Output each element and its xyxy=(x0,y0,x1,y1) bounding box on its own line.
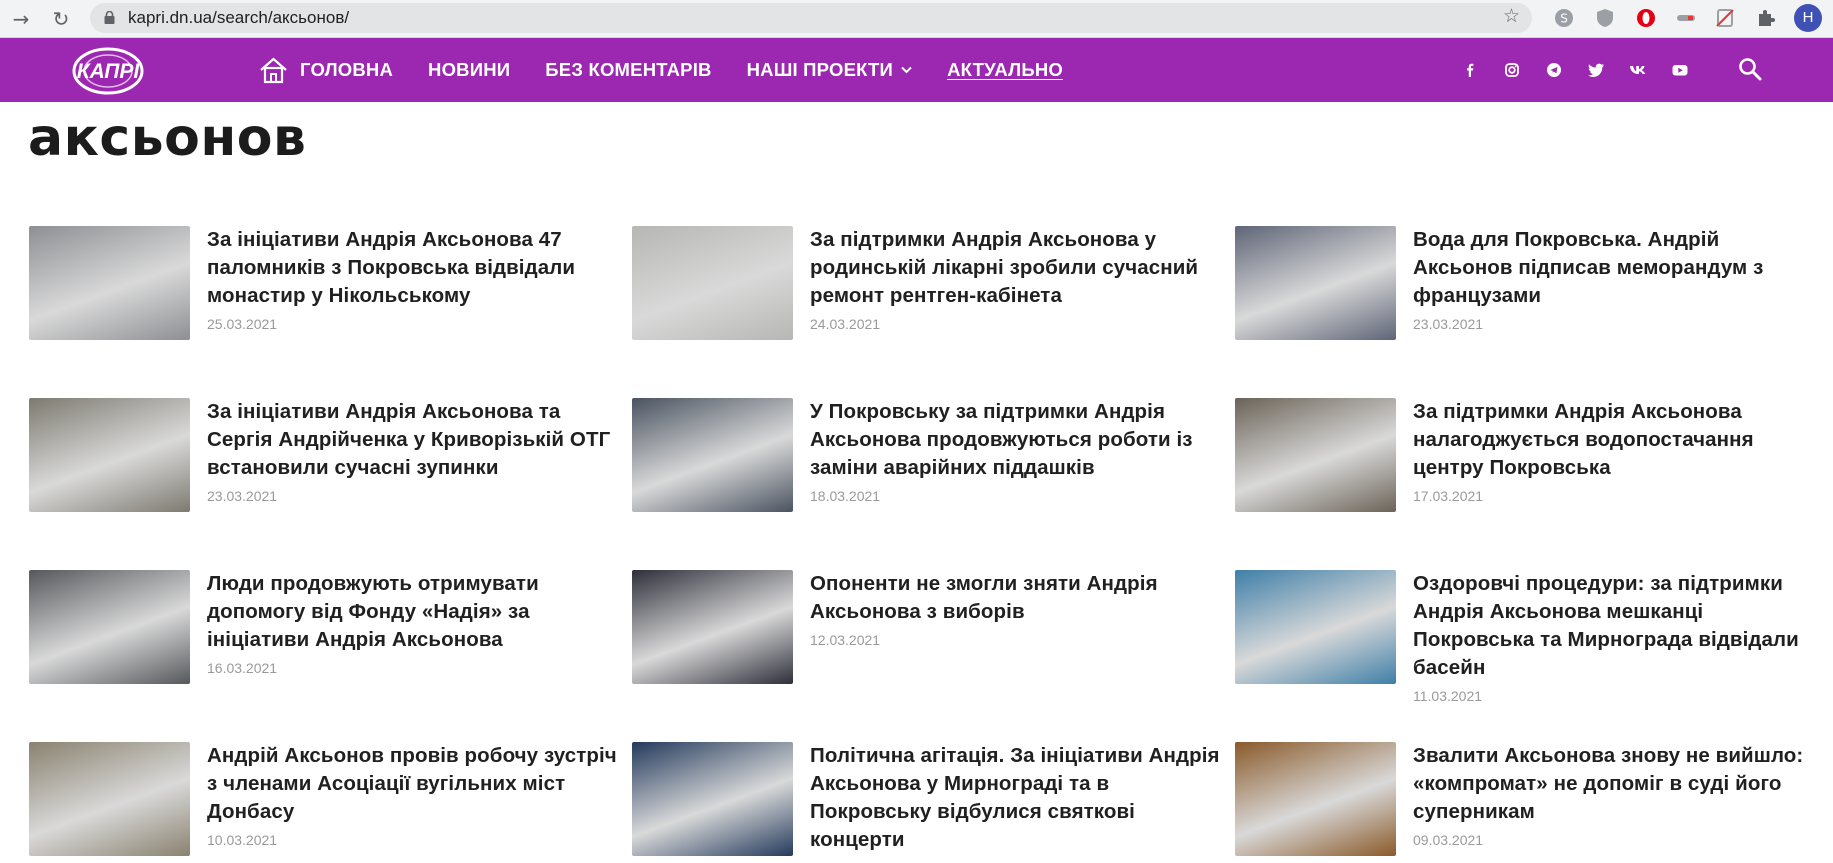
menu-item-label: НАШІ ПРОЕКТИ xyxy=(746,59,894,80)
result-thumbnail[interactable] xyxy=(29,570,190,684)
shield-extension-icon[interactable] xyxy=(1594,7,1616,29)
result-date: 24.03.2021 xyxy=(810,316,881,332)
menu-item-news[interactable]: НОВИНИ xyxy=(428,59,510,81)
result-thumbnail[interactable] xyxy=(1235,398,1396,512)
result-title[interactable]: За ініціативи Андрія Аксьонова 47 паломн… xyxy=(207,226,627,310)
opera-extension-icon[interactable] xyxy=(1635,7,1657,29)
browser-toolbar: → ↻ kapri.dn.ua/search/аксьонов/ ☆ S H xyxy=(0,0,1833,38)
facebook-icon[interactable] xyxy=(1460,60,1480,80)
privacy-extension-icon[interactable] xyxy=(1714,7,1736,29)
result-text: За ініціативи Андрія Аксьонова 47 паломн… xyxy=(207,226,627,341)
result-title[interactable]: Політична агітація. За ініціативи Андрія… xyxy=(810,742,1230,854)
result-date: 23.03.2021 xyxy=(207,488,278,504)
menu-item-label: БЕЗ КОМЕНТАРІВ xyxy=(545,59,712,80)
result-card[interactable]: За підтримки Андрія Аксьонова налагоджує… xyxy=(1235,398,1809,513)
vpn-extension-icon[interactable] xyxy=(1675,7,1697,29)
result-thumbnail[interactable] xyxy=(29,226,190,340)
result-thumbnail[interactable] xyxy=(1235,570,1396,684)
result-title[interactable]: Звалити Аксьонова знову не вийшло: «комп… xyxy=(1413,742,1809,826)
result-title[interactable]: За підтримки Андрія Аксьонова налагоджує… xyxy=(1413,398,1809,482)
lock-icon xyxy=(104,11,115,24)
result-card[interactable]: Політична агітація. За ініціативи Андрія… xyxy=(632,742,1235,857)
result-text: Опоненти не змогли зняти Андрія Аксьонов… xyxy=(810,570,1230,685)
home-icon xyxy=(260,57,287,84)
menu-item-our-projects[interactable]: НАШІ ПРОЕКТИ xyxy=(747,59,912,81)
menu-item-home[interactable]: ГОЛОВНА xyxy=(258,56,393,84)
menu-item-label: АКТУАЛЬНО xyxy=(947,59,1064,80)
result-title[interactable]: Андрій Аксьонов провів робочу зустріч з … xyxy=(207,742,627,826)
address-bar[interactable]: kapri.dn.ua/search/аксьонов/ ☆ xyxy=(90,3,1532,33)
search-results: За ініціативи Андрія Аксьонова 47 паломн… xyxy=(29,226,1809,857)
result-date: 25.03.2021 xyxy=(207,316,278,332)
result-title[interactable]: За ініціативи Андрія Аксьонова та Сергія… xyxy=(207,398,627,482)
result-date: 12.03.2021 xyxy=(810,632,881,648)
result-title[interactable]: Опоненти не змогли зняти Андрія Аксьонов… xyxy=(810,570,1230,626)
result-date: 17.03.2021 xyxy=(1413,488,1484,504)
result-text: За підтримки Андрія Аксьонова налагоджує… xyxy=(1413,398,1809,513)
result-card[interactable]: Вода для Покровська. Андрій Аксьонов під… xyxy=(1235,226,1809,341)
result-date: 23.03.2021 xyxy=(1413,316,1484,332)
bookmark-star-icon[interactable]: ☆ xyxy=(1503,5,1520,27)
menu-item-no-comments[interactable]: БЕЗ КОМЕНТАРІВ xyxy=(545,59,711,81)
result-card[interactable]: Люди продовжують отримувати допомогу від… xyxy=(29,570,632,685)
result-text: Політична агітація. За ініціативи Андрія… xyxy=(810,742,1230,857)
result-title[interactable]: У Покровську за підтримки Андрія Аксьоно… xyxy=(810,398,1230,482)
result-text: Звалити Аксьонова знову не вийшло: «комп… xyxy=(1413,742,1809,857)
result-card[interactable]: Андрій Аксьонов провів робочу зустріч з … xyxy=(29,742,632,857)
profile-avatar[interactable]: H xyxy=(1794,4,1822,32)
result-text: За підтримки Андрія Аксьонова у родинськ… xyxy=(810,226,1230,341)
result-card[interactable]: За ініціативи Андрія Аксьонова 47 паломн… xyxy=(29,226,632,341)
result-text: За ініціативи Андрія Аксьонова та Сергія… xyxy=(207,398,627,513)
result-thumbnail[interactable] xyxy=(632,226,793,340)
result-date: 09.03.2021 xyxy=(1413,832,1484,848)
result-date: 10.03.2021 xyxy=(207,832,278,848)
menu-item-label: ГОЛОВНА xyxy=(300,59,394,80)
result-text: Вода для Покровська. Андрій Аксьонов під… xyxy=(1413,226,1809,341)
result-thumbnail[interactable] xyxy=(632,742,793,856)
url-text: kapri.dn.ua/search/аксьонов/ xyxy=(128,8,350,27)
result-date: 18.03.2021 xyxy=(810,488,881,504)
result-card[interactable]: У Покровську за підтримки Андрія Аксьоно… xyxy=(632,398,1235,513)
result-date: 16.03.2021 xyxy=(207,660,278,676)
search-icon[interactable] xyxy=(1737,56,1763,82)
site-header: КАПРІ ГОЛОВНА НОВИНИ БЕЗ КОМЕНТАРІВ НАШІ… xyxy=(0,38,1833,102)
menu-item-actual[interactable]: АКТУАЛЬНО xyxy=(947,59,1063,81)
result-card[interactable]: Звалити Аксьонова знову не вийшло: «комп… xyxy=(1235,742,1809,857)
chevron-down-icon xyxy=(901,66,912,74)
result-text: У Покровську за підтримки Андрія Аксьоно… xyxy=(810,398,1230,513)
result-thumbnail[interactable] xyxy=(632,398,793,512)
extensions-puzzle-icon[interactable] xyxy=(1755,7,1777,29)
vk-icon[interactable] xyxy=(1628,60,1648,80)
page-title: аксьонов xyxy=(28,108,307,168)
svg-text:S: S xyxy=(1560,12,1568,26)
svg-text:КАПРІ: КАПРІ xyxy=(77,60,141,83)
result-text: Андрій Аксьонов провів робочу зустріч з … xyxy=(207,742,627,857)
telegram-icon[interactable] xyxy=(1544,60,1564,80)
result-thumbnail[interactable] xyxy=(29,742,190,856)
result-card[interactable]: Опоненти не змогли зняти Андрія Аксьонов… xyxy=(632,570,1235,685)
result-title[interactable]: Оздоровчі процедури: за підтримки Андрія… xyxy=(1413,570,1809,682)
menu-item-label: НОВИНИ xyxy=(428,59,511,80)
result-title[interactable]: Вода для Покровська. Андрій Аксьонов під… xyxy=(1413,226,1809,310)
result-thumbnail[interactable] xyxy=(632,570,793,684)
kapri-logo[interactable]: КАПРІ xyxy=(70,46,146,96)
result-thumbnail[interactable] xyxy=(29,398,190,512)
result-text: Оздоровчі процедури: за підтримки Андрія… xyxy=(1413,570,1809,704)
reload-icon[interactable]: ↻ xyxy=(48,6,74,32)
forward-icon[interactable]: → xyxy=(8,6,34,32)
main-menu: ГОЛОВНА НОВИНИ БЕЗ КОМЕНТАРІВ НАШІ ПРОЕК… xyxy=(258,38,1098,102)
result-thumbnail[interactable] xyxy=(1235,742,1396,856)
result-title[interactable]: За підтримки Андрія Аксьонова у родинськ… xyxy=(810,226,1230,310)
result-card[interactable]: За ініціативи Андрія Аксьонова та Сергія… xyxy=(29,398,632,513)
result-title[interactable]: Люди продовжують отримувати допомогу від… xyxy=(207,570,627,654)
result-thumbnail[interactable] xyxy=(1235,226,1396,340)
youtube-icon[interactable] xyxy=(1670,60,1690,80)
skype-extension-icon[interactable]: S xyxy=(1553,7,1575,29)
result-date: 11.03.2021 xyxy=(1413,688,1483,704)
result-text: Люди продовжують отримувати допомогу від… xyxy=(207,570,627,685)
result-card[interactable]: За підтримки Андрія Аксьонова у родинськ… xyxy=(632,226,1235,341)
instagram-icon[interactable] xyxy=(1502,60,1522,80)
result-card[interactable]: Оздоровчі процедури: за підтримки Андрія… xyxy=(1235,570,1809,704)
twitter-icon[interactable] xyxy=(1586,60,1606,80)
